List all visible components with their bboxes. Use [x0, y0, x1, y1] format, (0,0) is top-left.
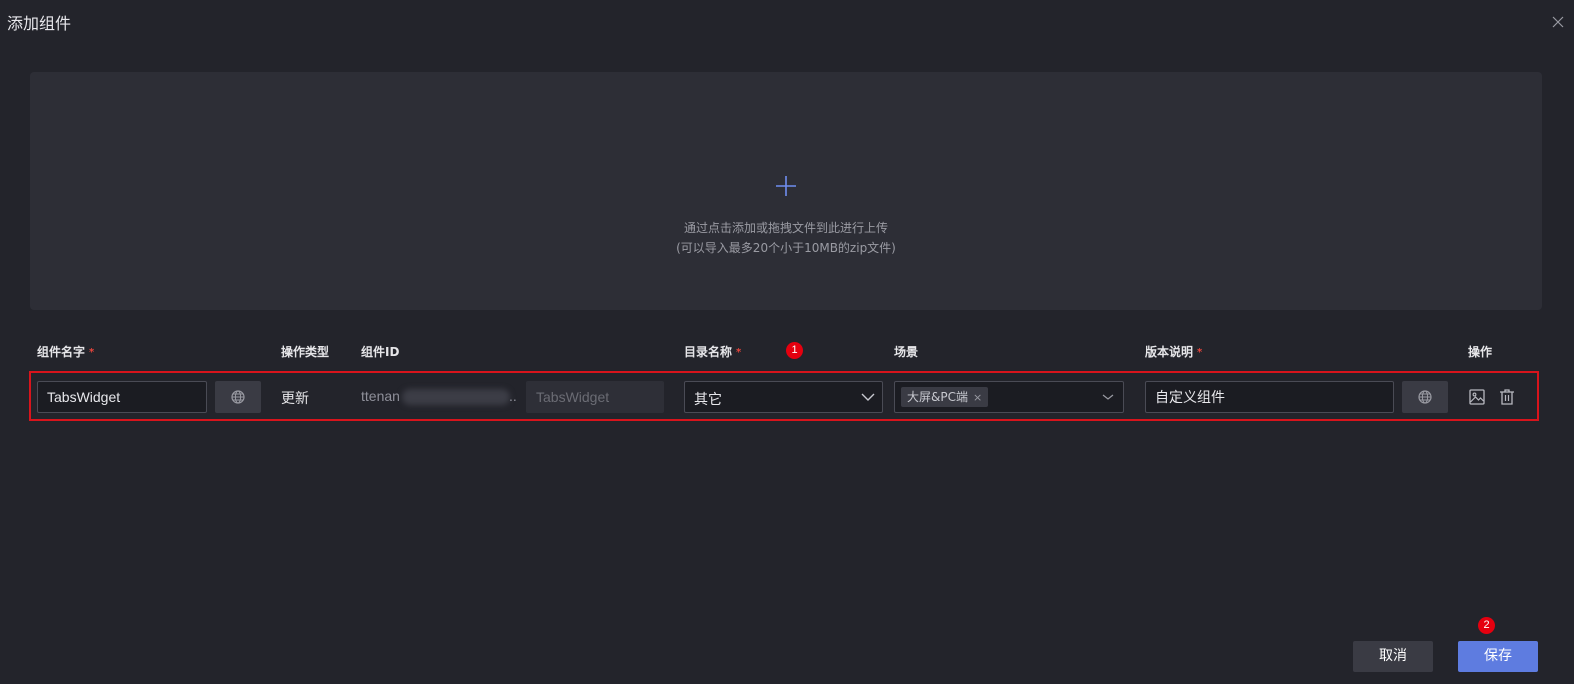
column-header-version-note: 版本说明 *: [1145, 345, 1203, 359]
trash-icon[interactable]: [1498, 388, 1516, 406]
version-note-i18n-button[interactable]: [1402, 381, 1448, 413]
globe-icon: [231, 390, 245, 404]
name-input[interactable]: TabsWidget: [37, 381, 207, 413]
required-mark: *: [736, 347, 742, 358]
tag-remove-icon[interactable]: ×: [973, 391, 982, 404]
column-header-scene: 场景: [894, 345, 919, 359]
step-badge-1: 1: [786, 342, 803, 359]
component-id-ellipsis: ..: [509, 388, 517, 404]
required-mark: *: [1197, 347, 1203, 358]
component-id-prefix: ttenan: [361, 388, 400, 404]
upload-hint-line2: (可以导入最多20个小于10MB的zip文件): [676, 241, 896, 255]
close-icon: [1552, 16, 1564, 28]
image-icon[interactable]: [1468, 388, 1486, 406]
component-id-redacted: [402, 389, 510, 405]
chevron-down-icon: [861, 393, 875, 401]
required-mark: *: [89, 347, 95, 358]
version-note-input[interactable]: 自定义组件: [1145, 381, 1394, 413]
scene-multiselect[interactable]: 大屏&PC端 ×: [894, 381, 1124, 413]
column-header-catalog: 目录名称 *: [684, 345, 742, 359]
chevron-down-icon: [1102, 394, 1114, 400]
catalog-select-value: 其它: [694, 392, 722, 408]
cancel-button[interactable]: 取消: [1353, 641, 1433, 672]
catalog-select[interactable]: 其它: [684, 381, 883, 413]
plus-icon[interactable]: [775, 175, 797, 197]
op-type-text: 更新: [281, 390, 309, 406]
scene-tag: 大屏&PC端 ×: [901, 387, 989, 407]
upload-hint-line1: 通过点击添加或拖拽文件到此进行上传: [683, 221, 888, 235]
column-header-name: 组件名字 *: [37, 345, 95, 359]
component-id-suffix-input: TabsWidget: [526, 381, 664, 413]
column-header-op-type: 操作类型: [281, 345, 330, 359]
step-badge-2: 2: [1478, 617, 1495, 634]
column-header-actions: 操作: [1468, 345, 1493, 359]
close-button[interactable]: [1548, 12, 1568, 32]
column-header-id: 组件ID: [361, 345, 400, 359]
dialog-title: 添加组件: [7, 14, 72, 33]
globe-icon: [1418, 390, 1432, 404]
name-i18n-button[interactable]: [215, 381, 261, 413]
save-button[interactable]: 保存: [1458, 641, 1538, 672]
